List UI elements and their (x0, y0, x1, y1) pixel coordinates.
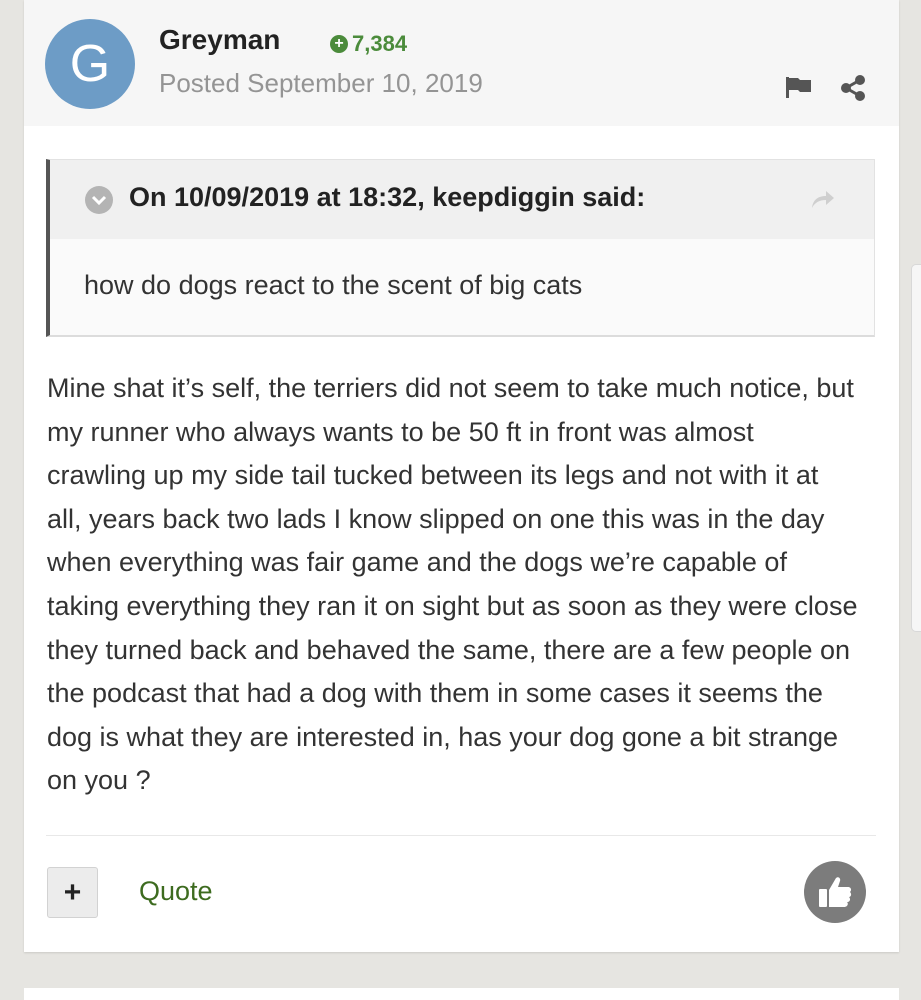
share-icon[interactable] (839, 74, 867, 102)
content-line: dog is what they are interested in, has … (47, 721, 839, 752)
content-line: they turned back and behaved the same, t… (47, 634, 851, 665)
avatar-letter: G (69, 35, 111, 93)
next-post-edge (24, 988, 899, 1000)
chevron-down-icon[interactable] (85, 186, 113, 214)
content-line: on you ? (47, 765, 151, 796)
multiquote-button[interactable]: + (47, 867, 98, 918)
content-line: all, years back two lads I know slipped … (47, 503, 825, 534)
quote-citation: On 10/09/2019 at 18:32, keepdiggin said: (129, 182, 646, 212)
post-header: G Greyman + 7,384 Posted September 10, 2… (24, 0, 899, 126)
quote-header: On 10/09/2019 at 18:32, keepdiggin said: (50, 160, 874, 239)
post-date[interactable]: Posted September 10, 2019 (159, 68, 483, 99)
reputation-badge: + 7,384 (330, 31, 407, 57)
quote-body: how do dogs react to the scent of big ca… (84, 270, 583, 300)
post-content: Mine shat it’s self, the terriers did no… (47, 367, 887, 803)
content-line: crawling up my side tail tucked between … (47, 460, 819, 491)
reputation-count: 7,384 (352, 31, 408, 56)
flag-icon[interactable] (784, 75, 814, 99)
author-name[interactable]: Greyman (159, 24, 280, 56)
content-line: my runner who always wants to be 50 ft i… (47, 416, 754, 447)
quoted-post: On 10/09/2019 at 18:32, keepdiggin said:… (46, 159, 875, 337)
content-line: when everything was fair game and the do… (47, 547, 787, 578)
quote-button[interactable]: Quote (139, 876, 213, 907)
content-line: the podcast that had a dog with them in … (47, 678, 823, 709)
arrow-forward-icon[interactable] (810, 188, 836, 210)
avatar[interactable]: G (45, 19, 135, 109)
content-line: taking everything they ran it on sight b… (47, 590, 858, 621)
plus-circle-icon: + (330, 35, 348, 53)
thumbs-up-icon[interactable] (804, 861, 866, 923)
scrollbar[interactable] (911, 264, 921, 632)
divider (46, 835, 876, 836)
content-line: Mine shat it’s self, the terriers did no… (47, 373, 854, 403)
forum-post: G Greyman + 7,384 Posted September 10, 2… (24, 0, 899, 952)
